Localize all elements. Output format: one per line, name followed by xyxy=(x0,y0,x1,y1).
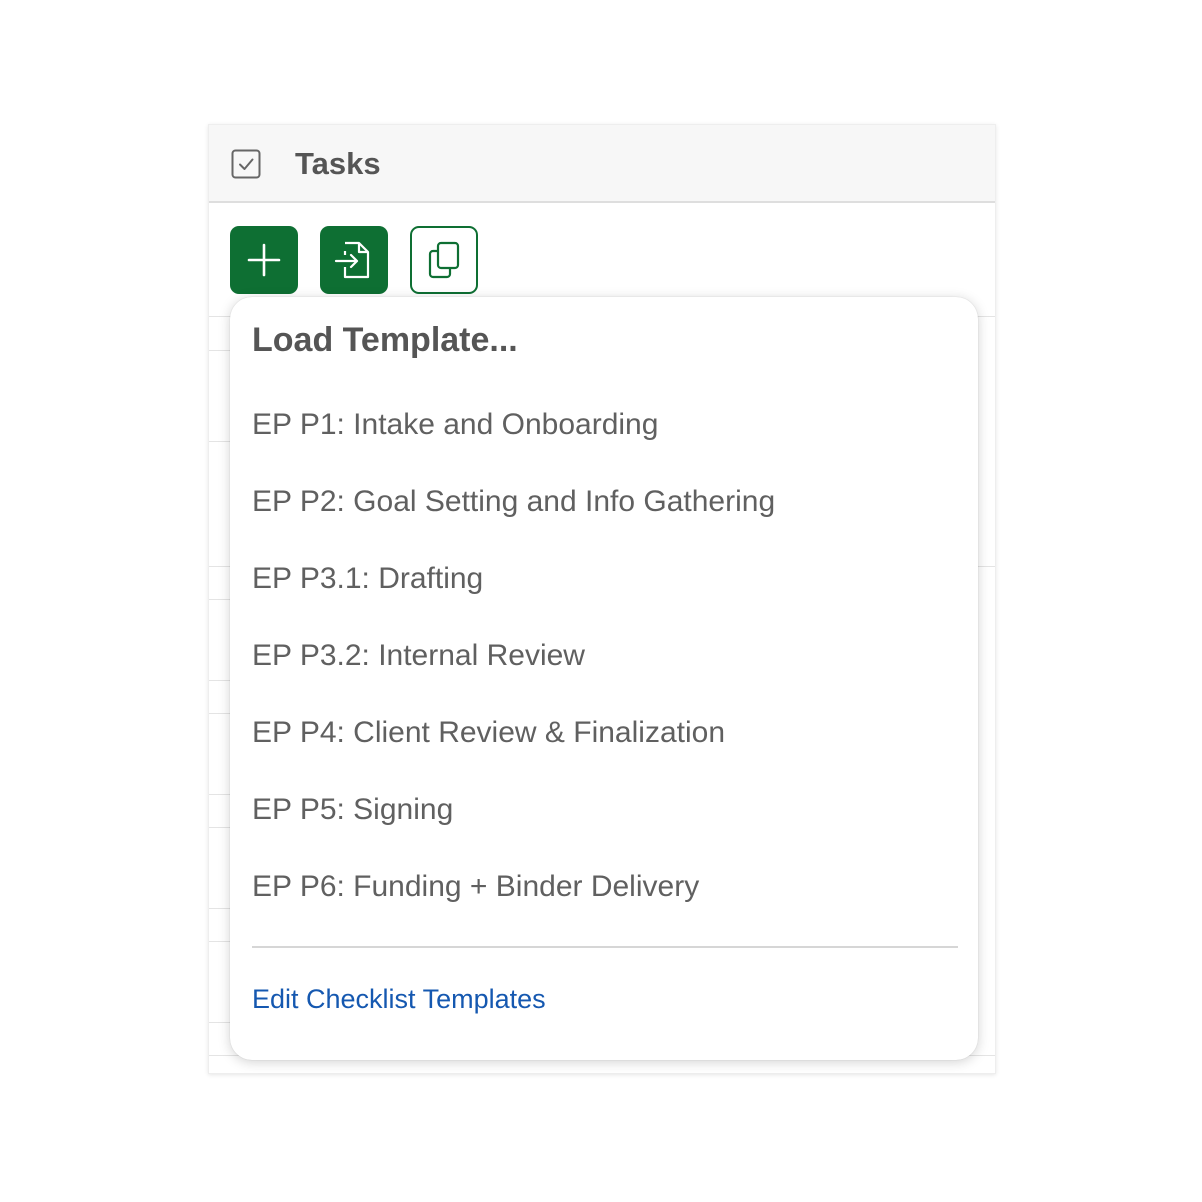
menu-divider xyxy=(252,946,958,948)
load-template-button[interactable] xyxy=(320,226,388,294)
file-import-icon xyxy=(334,241,370,279)
copy-tasks-button[interactable] xyxy=(410,226,478,294)
load-template-menu: Load Template... EP P1: Intake and Onboa… xyxy=(230,297,978,1060)
copy-icon xyxy=(428,241,460,279)
template-item-p3-1[interactable]: EP P3.1: Drafting xyxy=(252,559,483,599)
add-task-button[interactable] xyxy=(230,226,298,294)
menu-title: Load Template... xyxy=(252,321,518,359)
plus-icon xyxy=(247,243,281,277)
template-item-p1[interactable]: EP P1: Intake and Onboarding xyxy=(252,405,658,445)
checkbox-icon xyxy=(231,149,261,179)
template-item-p3-2[interactable]: EP P3.2: Internal Review xyxy=(252,636,585,676)
template-item-p5[interactable]: EP P5: Signing xyxy=(252,790,453,830)
template-item-p4[interactable]: EP P4: Client Review & Finalization xyxy=(252,713,725,753)
template-item-p6[interactable]: EP P6: Funding + Binder Delivery xyxy=(252,867,699,907)
panel-header: Tasks xyxy=(209,125,995,203)
edit-checklist-templates-link[interactable]: Edit Checklist Templates xyxy=(252,981,546,1017)
stage: Tasks Load Template... EP P1: Intake and… xyxy=(0,0,1202,1202)
panel-title: Tasks xyxy=(295,146,381,181)
template-item-p2[interactable]: EP P2: Goal Setting and Info Gathering xyxy=(252,482,775,522)
